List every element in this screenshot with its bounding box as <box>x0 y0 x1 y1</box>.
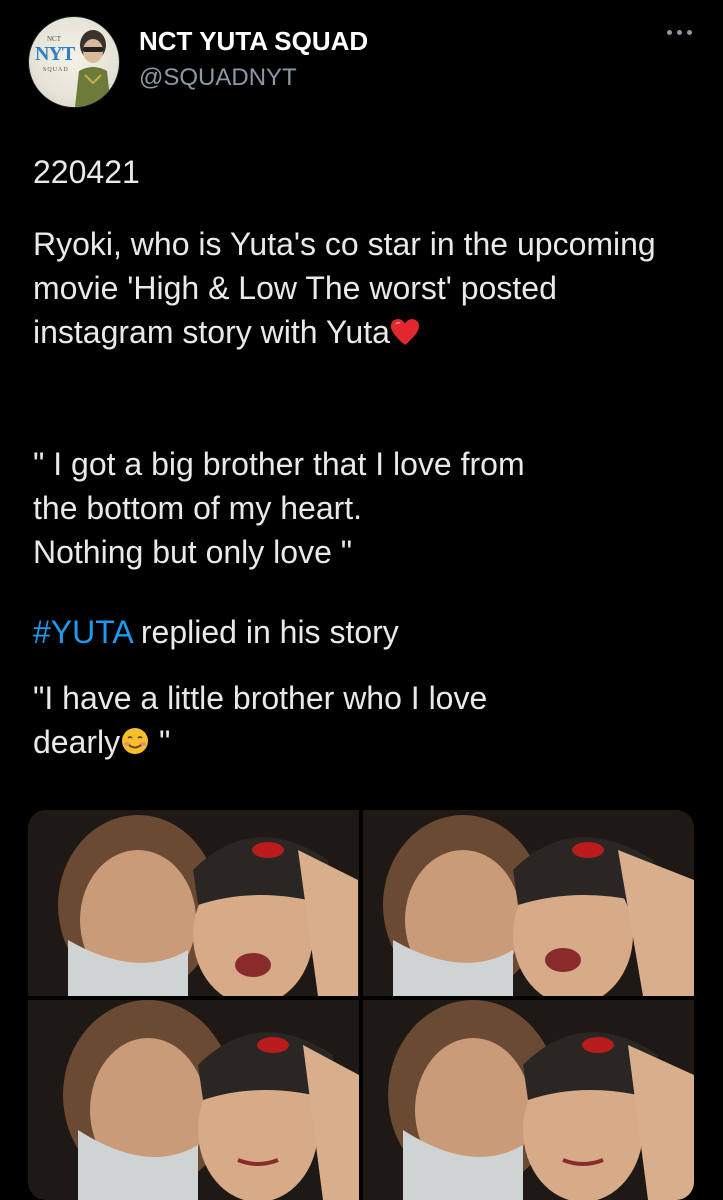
quote-2-close: " <box>150 724 171 760</box>
quote-1-line-1: " I got a big brother that I love from <box>33 446 525 482</box>
quote-2-line-2: dearly <box>33 724 121 760</box>
photo-1-image <box>28 810 359 996</box>
photo-3[interactable] <box>28 1000 359 1200</box>
photo-3-image <box>28 1000 359 1200</box>
avatar-logo-top: NCT <box>47 35 61 43</box>
tweet-paragraph-1: Ryoki, who is Yuta's co star in the upco… <box>33 222 683 357</box>
tweet-date: 220421 <box>33 154 140 190</box>
reply-line: #YUTA replied in his story <box>33 610 683 654</box>
avatar-person-image <box>75 30 111 107</box>
quote-2: "I have a little brother who I love dearl… <box>33 676 683 767</box>
avatar-logo-bottom: SQUAD <box>43 67 69 73</box>
more-horizontal-icon[interactable] <box>667 30 693 38</box>
tweet-header: NCT NYT SQUAD NCT YUTA SQUAD @SQUADNYT <box>28 16 703 108</box>
quote-1-line-2: the bottom of my heart. <box>33 490 363 526</box>
photo-2-image <box>363 810 694 996</box>
media-grid <box>28 810 694 1200</box>
smiling-face-emoji <box>120 723 150 767</box>
photo-2[interactable] <box>363 810 694 996</box>
account-name[interactable]: NCT YUTA SQUAD <box>139 26 368 57</box>
quote-1-line-3: Nothing but only love " <box>33 534 353 570</box>
quote-2-line-1: "I have a little brother who I love <box>33 680 488 716</box>
quote-2-line-2-wrap: dearly " <box>33 720 683 767</box>
hashtag-link[interactable]: #YUTA <box>33 614 132 650</box>
account-handle[interactable]: @SQUADNYT <box>139 64 297 92</box>
photo-4[interactable] <box>363 1000 694 1200</box>
avatar[interactable]: NCT NYT SQUAD <box>28 16 120 108</box>
quote-1: " I got a big brother that I love from th… <box>33 442 683 574</box>
reply-line-text: replied in his story <box>132 614 399 650</box>
photo-1[interactable] <box>28 810 359 996</box>
photo-4-image <box>363 1000 694 1200</box>
red-heart-emoji <box>390 313 420 357</box>
tweet-paragraph-1-text: Ryoki, who is Yuta's co star in the upco… <box>33 226 665 350</box>
